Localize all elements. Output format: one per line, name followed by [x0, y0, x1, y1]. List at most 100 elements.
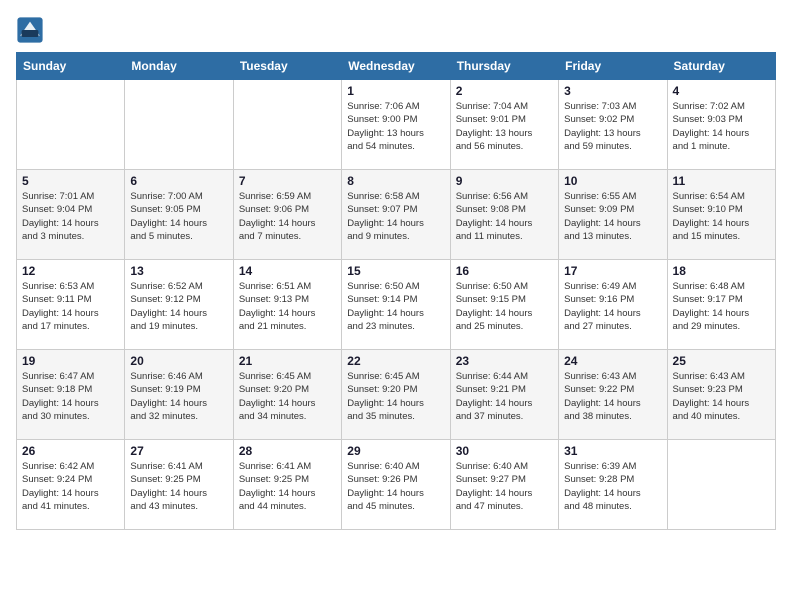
- day-number: 14: [239, 264, 336, 278]
- day-cell: 15 Sunrise: 6:50 AMSunset: 9:14 PMDayligh…: [342, 260, 450, 350]
- day-number: 8: [347, 174, 444, 188]
- header-friday: Friday: [559, 53, 667, 80]
- day-cell: 27 Sunrise: 6:41 AMSunset: 9:25 PMDayligh…: [125, 440, 233, 530]
- day-cell: 19 Sunrise: 6:47 AMSunset: 9:18 PMDayligh…: [17, 350, 125, 440]
- day-info: Sunrise: 6:45 AMSunset: 9:20 PMDaylight:…: [239, 370, 336, 423]
- day-number: 2: [456, 84, 553, 98]
- day-cell: 6 Sunrise: 7:00 AMSunset: 9:05 PMDaylight…: [125, 170, 233, 260]
- day-cell: 3Sunrise: 7:03 AMSunset: 9:02 PMDaylight…: [559, 80, 667, 170]
- day-info: Sunrise: 6:53 AMSunset: 9:11 PMDaylight:…: [22, 280, 119, 333]
- day-number: 28: [239, 444, 336, 458]
- day-cell: 17 Sunrise: 6:49 AMSunset: 9:16 PMDayligh…: [559, 260, 667, 350]
- day-cell: 20 Sunrise: 6:46 AMSunset: 9:19 PMDayligh…: [125, 350, 233, 440]
- day-cell: 21 Sunrise: 6:45 AMSunset: 9:20 PMDayligh…: [233, 350, 341, 440]
- day-number: 16: [456, 264, 553, 278]
- day-info: Sunrise: 7:00 AMSunset: 9:05 PMDaylight:…: [130, 190, 227, 243]
- day-info: Sunrise: 6:44 AMSunset: 9:21 PMDaylight:…: [456, 370, 553, 423]
- day-cell: 4 Sunrise: 7:02 AMSunset: 9:03 PMDaylight…: [667, 80, 775, 170]
- calendar: SundayMondayTuesdayWednesdayThursdayFrid…: [16, 52, 776, 530]
- day-cell: 11Sunrise: 6:54 AMSunset: 9:10 PMDayligh…: [667, 170, 775, 260]
- day-info: Sunrise: 7:06 AMSunset: 9:00 PMDaylight:…: [347, 100, 444, 153]
- day-info: Sunrise: 6:49 AMSunset: 9:16 PMDaylight:…: [564, 280, 661, 333]
- day-number: 15: [347, 264, 444, 278]
- day-cell: 2 Sunrise: 7:04 AMSunset: 9:01 PMDaylight…: [450, 80, 558, 170]
- day-info: Sunrise: 6:42 AMSunset: 9:24 PMDaylight:…: [22, 460, 119, 513]
- day-number: 6: [130, 174, 227, 188]
- day-info: Sunrise: 6:45 AMSunset: 9:20 PMDaylight:…: [347, 370, 444, 423]
- day-info: Sunrise: 6:50 AMSunset: 9:14 PMDaylight:…: [347, 280, 444, 333]
- day-info: Sunrise: 7:04 AMSunset: 9:01 PMDaylight:…: [456, 100, 553, 153]
- day-number: 7: [239, 174, 336, 188]
- day-number: 13: [130, 264, 227, 278]
- day-cell: 28 Sunrise: 6:41 AMSunset: 9:25 PMDayligh…: [233, 440, 341, 530]
- day-cell: 18Sunrise: 6:48 AMSunset: 9:17 PMDayligh…: [667, 260, 775, 350]
- day-info: Sunrise: 6:43 AMSunset: 9:22 PMDaylight:…: [564, 370, 661, 423]
- day-number: 27: [130, 444, 227, 458]
- day-info: Sunrise: 6:39 AMSunset: 9:28 PMDaylight:…: [564, 460, 661, 513]
- header-thursday: Thursday: [450, 53, 558, 80]
- header-tuesday: Tuesday: [233, 53, 341, 80]
- day-number: 30: [456, 444, 553, 458]
- header-wednesday: Wednesday: [342, 53, 450, 80]
- day-info: Sunrise: 6:43 AMSunset: 9:23 PMDaylight:…: [673, 370, 770, 423]
- logo: [16, 16, 48, 44]
- day-number: 3: [564, 84, 661, 98]
- day-cell: [233, 80, 341, 170]
- day-info: Sunrise: 6:55 AMSunset: 9:09 PMDaylight:…: [564, 190, 661, 243]
- week-row-4: 19 Sunrise: 6:47 AMSunset: 9:18 PMDayligh…: [17, 350, 776, 440]
- day-info: Sunrise: 6:41 AMSunset: 9:25 PMDaylight:…: [130, 460, 227, 513]
- day-cell: 16 Sunrise: 6:50 AMSunset: 9:15 PMDayligh…: [450, 260, 558, 350]
- day-cell: 1Sunrise: 7:06 AMSunset: 9:00 PMDaylight…: [342, 80, 450, 170]
- day-number: 12: [22, 264, 119, 278]
- day-cell: 8 Sunrise: 6:58 AMSunset: 9:07 PMDaylight…: [342, 170, 450, 260]
- day-number: 24: [564, 354, 661, 368]
- day-info: Sunrise: 6:40 AMSunset: 9:26 PMDaylight:…: [347, 460, 444, 513]
- day-number: 21: [239, 354, 336, 368]
- header-monday: Monday: [125, 53, 233, 80]
- day-number: 19: [22, 354, 119, 368]
- day-cell: 5 Sunrise: 7:01 AMSunset: 9:04 PMDaylight…: [17, 170, 125, 260]
- day-cell: 10 Sunrise: 6:55 AMSunset: 9:09 PMDayligh…: [559, 170, 667, 260]
- day-number: 5: [22, 174, 119, 188]
- day-number: 4: [673, 84, 770, 98]
- day-cell: 14Sunrise: 6:51 AMSunset: 9:13 PMDayligh…: [233, 260, 341, 350]
- day-info: Sunrise: 6:56 AMSunset: 9:08 PMDaylight:…: [456, 190, 553, 243]
- day-info: Sunrise: 6:40 AMSunset: 9:27 PMDaylight:…: [456, 460, 553, 513]
- day-cell: 31Sunrise: 6:39 AMSunset: 9:28 PMDayligh…: [559, 440, 667, 530]
- week-row-1: 1Sunrise: 7:06 AMSunset: 9:00 PMDaylight…: [17, 80, 776, 170]
- week-row-2: 5 Sunrise: 7:01 AMSunset: 9:04 PMDaylight…: [17, 170, 776, 260]
- day-cell: 30 Sunrise: 6:40 AMSunset: 9:27 PMDayligh…: [450, 440, 558, 530]
- day-info: Sunrise: 7:01 AMSunset: 9:04 PMDaylight:…: [22, 190, 119, 243]
- week-row-5: 26 Sunrise: 6:42 AMSunset: 9:24 PMDayligh…: [17, 440, 776, 530]
- day-cell: [667, 440, 775, 530]
- logo-icon: [16, 16, 44, 44]
- day-info: Sunrise: 7:02 AMSunset: 9:03 PMDaylight:…: [673, 100, 770, 153]
- day-cell: 9Sunrise: 6:56 AMSunset: 9:08 PMDaylight…: [450, 170, 558, 260]
- header-sunday: Sunday: [17, 53, 125, 80]
- day-info: Sunrise: 6:48 AMSunset: 9:17 PMDaylight:…: [673, 280, 770, 333]
- page-header: [16, 16, 776, 44]
- day-cell: 29 Sunrise: 6:40 AMSunset: 9:26 PMDayligh…: [342, 440, 450, 530]
- day-cell: 7Sunrise: 6:59 AMSunset: 9:06 PMDaylight…: [233, 170, 341, 260]
- header-saturday: Saturday: [667, 53, 775, 80]
- day-info: Sunrise: 6:58 AMSunset: 9:07 PMDaylight:…: [347, 190, 444, 243]
- day-cell: 12 Sunrise: 6:53 AMSunset: 9:11 PMDayligh…: [17, 260, 125, 350]
- day-info: Sunrise: 6:41 AMSunset: 9:25 PMDaylight:…: [239, 460, 336, 513]
- day-number: 10: [564, 174, 661, 188]
- calendar-header-row: SundayMondayTuesdayWednesdayThursdayFrid…: [17, 53, 776, 80]
- day-info: Sunrise: 6:50 AMSunset: 9:15 PMDaylight:…: [456, 280, 553, 333]
- day-cell: 23 Sunrise: 6:44 AMSunset: 9:21 PMDayligh…: [450, 350, 558, 440]
- day-info: Sunrise: 6:54 AMSunset: 9:10 PMDaylight:…: [673, 190, 770, 243]
- day-number: 25: [673, 354, 770, 368]
- day-number: 22: [347, 354, 444, 368]
- day-info: Sunrise: 6:47 AMSunset: 9:18 PMDaylight:…: [22, 370, 119, 423]
- day-cell: [125, 80, 233, 170]
- day-number: 17: [564, 264, 661, 278]
- day-number: 26: [22, 444, 119, 458]
- day-number: 29: [347, 444, 444, 458]
- day-cell: 25 Sunrise: 6:43 AMSunset: 9:23 PMDayligh…: [667, 350, 775, 440]
- day-number: 23: [456, 354, 553, 368]
- day-cell: [17, 80, 125, 170]
- day-info: Sunrise: 6:46 AMSunset: 9:19 PMDaylight:…: [130, 370, 227, 423]
- day-number: 20: [130, 354, 227, 368]
